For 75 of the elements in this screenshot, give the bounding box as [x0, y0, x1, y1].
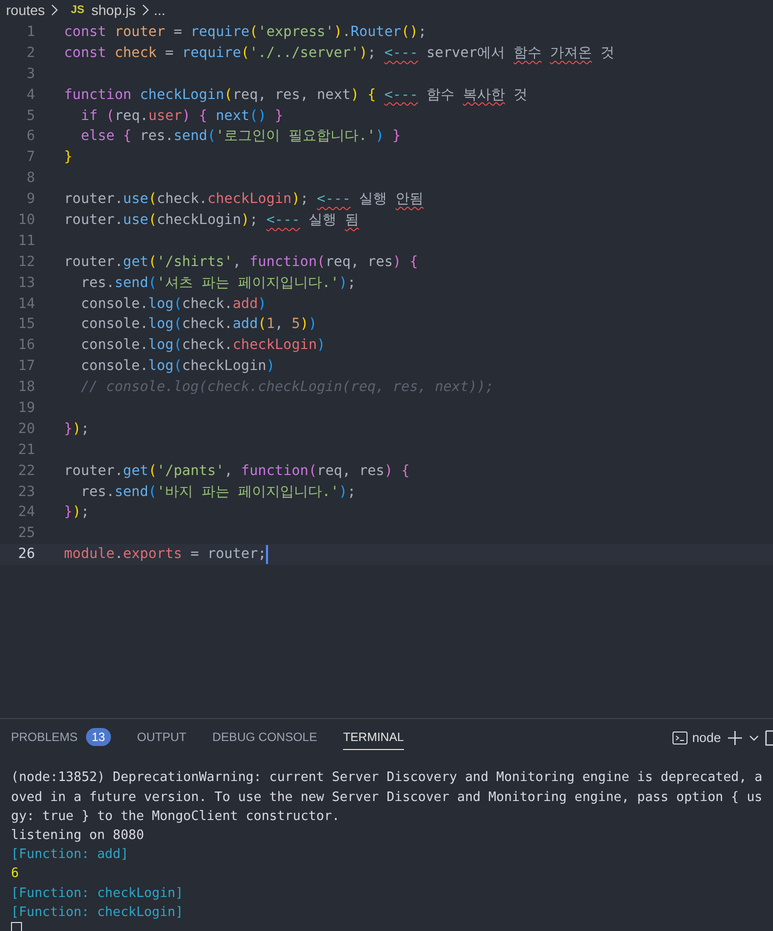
code-line: const check = require('./../server'); <--- server에서 함수 가져온 것 [64, 44, 614, 63]
line-number: 12 [17, 252, 35, 272]
code-line: }); [64, 503, 90, 522]
chevron-right-icon [50, 4, 58, 16]
line-number: 24 [17, 503, 35, 522]
code-line: module.exports = router; [64, 545, 266, 564]
line-number: 23 [17, 482, 35, 502]
code-line: router.use(check.checkLogin); <--- 실행 안됨 [64, 190, 424, 210]
terminal-line: [Function: checkLogin] [11, 884, 184, 903]
line-number: 21 [17, 440, 35, 460]
dropdown-button[interactable] [749, 734, 759, 742]
terminal-line: listening on 8080 [11, 826, 146, 845]
line-number: 25 [17, 524, 35, 544]
code-line: console.log(check.add) [80, 294, 266, 314]
line-number: 19 [17, 399, 35, 418]
terminal-selector[interactable]: node [672, 730, 721, 746]
panel-tab[interactable]: TERMINAL [343, 726, 404, 750]
terminal-icon [672, 730, 688, 746]
line-number: 18 [17, 378, 35, 398]
code-line: function checkLogin(req, res, next) { <--- 함수 복사한 것 [64, 86, 528, 105]
code-line: else { res.send('로그인이 필요합니다.') } [80, 127, 401, 146]
code-line: router.get('/shirts', function(req, res) { [64, 252, 418, 272]
code-line: res.send('바지 파는 페이지입니다.'); [80, 482, 356, 502]
line-number: 7 [26, 148, 35, 168]
line-number: 1 [26, 23, 35, 42]
split-terminal-button[interactable] [765, 730, 773, 746]
code-line: // console.log(check.checkLogin(req, res, next)); [80, 378, 494, 398]
line-number: 11 [17, 232, 35, 251]
terminal-cursor [11, 922, 22, 931]
terminal-line: [Function: checkLogin] [11, 904, 184, 922]
plus-icon [727, 730, 743, 746]
code-line: }); [64, 420, 90, 439]
line-number: 17 [17, 357, 35, 376]
line-number: 2 [26, 44, 35, 63]
panel-tab[interactable]: PROBLEMS 13 [11, 724, 112, 752]
code-line: console.log(check.checkLogin) [80, 336, 326, 356]
terminal-line: [Function: add] [11, 846, 130, 864]
line-number: 6 [26, 127, 35, 146]
panel-tab[interactable]: DEBUG CONSOLE [212, 726, 318, 750]
line-number: 9 [26, 190, 35, 210]
terminal-line: 6 [11, 865, 20, 884]
line-number: 4 [26, 86, 35, 105]
breadcrumb-folder[interactable]: routes [6, 2, 45, 18]
count-badge: 13 [86, 728, 112, 746]
terminal-line: oved in a future version. To use the new Server Discover and Monitoring engine, pass option { us [11, 788, 764, 807]
code-line: const router = require('express').Router(); [64, 23, 427, 42]
line-number: 5 [26, 106, 35, 126]
line-number: 16 [17, 336, 35, 356]
split-icon [765, 730, 773, 746]
line-number: 10 [17, 211, 35, 230]
code-line: } [64, 148, 72, 168]
code-line: res.send('셔츠 파는 페이지입니다.'); [80, 274, 356, 293]
code-line: console.log(check.add(1, 5)) [80, 315, 317, 334]
code-line: router.use(checkLogin); <--- 실행 됨 [64, 211, 359, 230]
chevron-right-icon [140, 4, 149, 16]
chevron-down-icon [749, 734, 759, 742]
code-line: if (req.user) { next() } [80, 106, 284, 126]
breadcrumb-file[interactable]: shop.js [91, 2, 136, 18]
line-number: 13 [17, 274, 35, 293]
code-line: router.get('/pants', function(req, res) { [64, 462, 410, 481]
line-number: 15 [17, 315, 35, 334]
terminal-line: (node:13852) DeprecationWarning: current Server Discovery and Monitoring engine is deprecated, a [11, 769, 764, 788]
code-line: console.log(checkLogin) [80, 357, 275, 376]
panel-tab[interactable]: OUTPUT [137, 726, 186, 750]
line-number: 8 [26, 169, 35, 188]
breadcrumb-more[interactable]: ... [154, 2, 166, 18]
line-number: 26 [17, 545, 35, 564]
line-number: 14 [17, 294, 35, 314]
line-number: 22 [17, 462, 35, 481]
js-file-icon: JS [70, 4, 84, 16]
line-number: 20 [17, 420, 35, 439]
terminal-line: gy: true } to the MongoClient constructor. [11, 808, 341, 826]
line-number: 3 [26, 64, 35, 84]
text-cursor [266, 545, 268, 564]
add-terminal-button[interactable] [727, 730, 743, 746]
